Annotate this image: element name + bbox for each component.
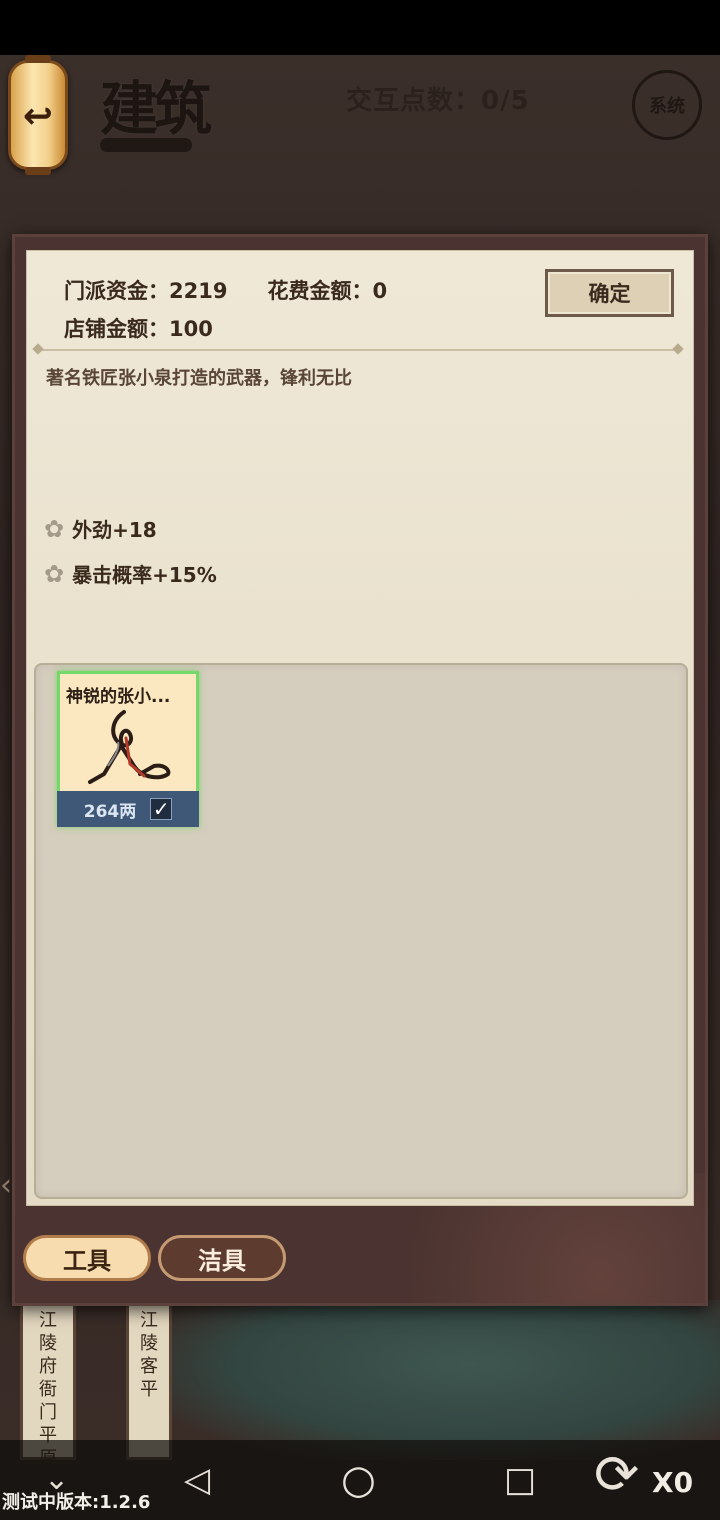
interact-points-counter: 交互点数：0/5	[346, 86, 530, 116]
left-chevron-icon[interactable]: ‹	[0, 1168, 12, 1203]
item-price-bar: 264两 ✓	[57, 791, 199, 827]
checkbox-checked-icon[interactable]: ✓	[150, 798, 173, 820]
flower-bullet-icon: ✿	[44, 559, 65, 588]
item-description: 著名铁匠张小泉打造的武器，锋利无比	[46, 368, 352, 389]
sign-char: 陵	[39, 1333, 57, 1354]
sign-char: 江	[39, 1310, 57, 1331]
status-bar	[0, 0, 720, 55]
location-sign-left[interactable]: 江 陵 府 衙 门 平 原	[20, 1300, 76, 1469]
cost-amount: 花费金额：0	[267, 279, 388, 303]
attribute-row: ✿ 暴击概率+15%	[44, 559, 217, 588]
tab-tools[interactable]: 工具	[23, 1235, 151, 1281]
nav-home-icon[interactable]: ○	[341, 1460, 376, 1500]
refresh-icon[interactable]: ⟳	[594, 1440, 639, 1510]
attribute-label: 外劲+18	[72, 518, 157, 542]
item-card[interactable]: 神锐的张小... 264两 ✓	[57, 671, 199, 827]
location-sign-right[interactable]: 江 陵 客 平	[126, 1300, 172, 1460]
sign-char: 府	[39, 1356, 57, 1377]
sign-char: 陵	[140, 1333, 158, 1354]
version-label: 测试中版本:1.2.6	[2, 1492, 151, 1513]
attribute-row: ✿ 外劲+18	[44, 514, 157, 543]
nav-back-icon[interactable]: ◁	[184, 1460, 210, 1500]
sect-funds: 门派资金：2219	[64, 279, 228, 303]
scissors-icon	[88, 710, 171, 784]
nav-recent-icon[interactable]: □	[504, 1460, 536, 1500]
sign-char: 江	[140, 1310, 158, 1331]
sign-char: 平	[140, 1379, 158, 1400]
flower-bullet-icon: ✿	[44, 514, 65, 543]
tab-sanitary[interactable]: 洁具	[158, 1235, 286, 1281]
sign-char: 衙	[39, 1379, 57, 1400]
page-title: 建筑	[100, 75, 212, 143]
funds-panel: 门派资金：2219 花费金额：0 店铺金额：100	[64, 272, 387, 348]
divider	[36, 349, 680, 351]
title-underline	[100, 138, 192, 152]
item-price: 264两	[83, 801, 137, 822]
sign-char: 门	[39, 1402, 57, 1423]
confirm-button[interactable]: 确定	[545, 269, 674, 317]
shop-funds: 店铺金额：100	[64, 317, 213, 341]
system-button[interactable]: 系统	[632, 70, 702, 140]
sign-char: 客	[140, 1356, 158, 1377]
refresh-count: X0	[652, 1466, 694, 1499]
attribute-label: 暴击概率+15%	[72, 563, 217, 587]
back-arrow-icon: ↩	[22, 96, 54, 137]
back-button[interactable]: ↩	[8, 55, 68, 175]
npc-character	[160, 1300, 720, 1460]
